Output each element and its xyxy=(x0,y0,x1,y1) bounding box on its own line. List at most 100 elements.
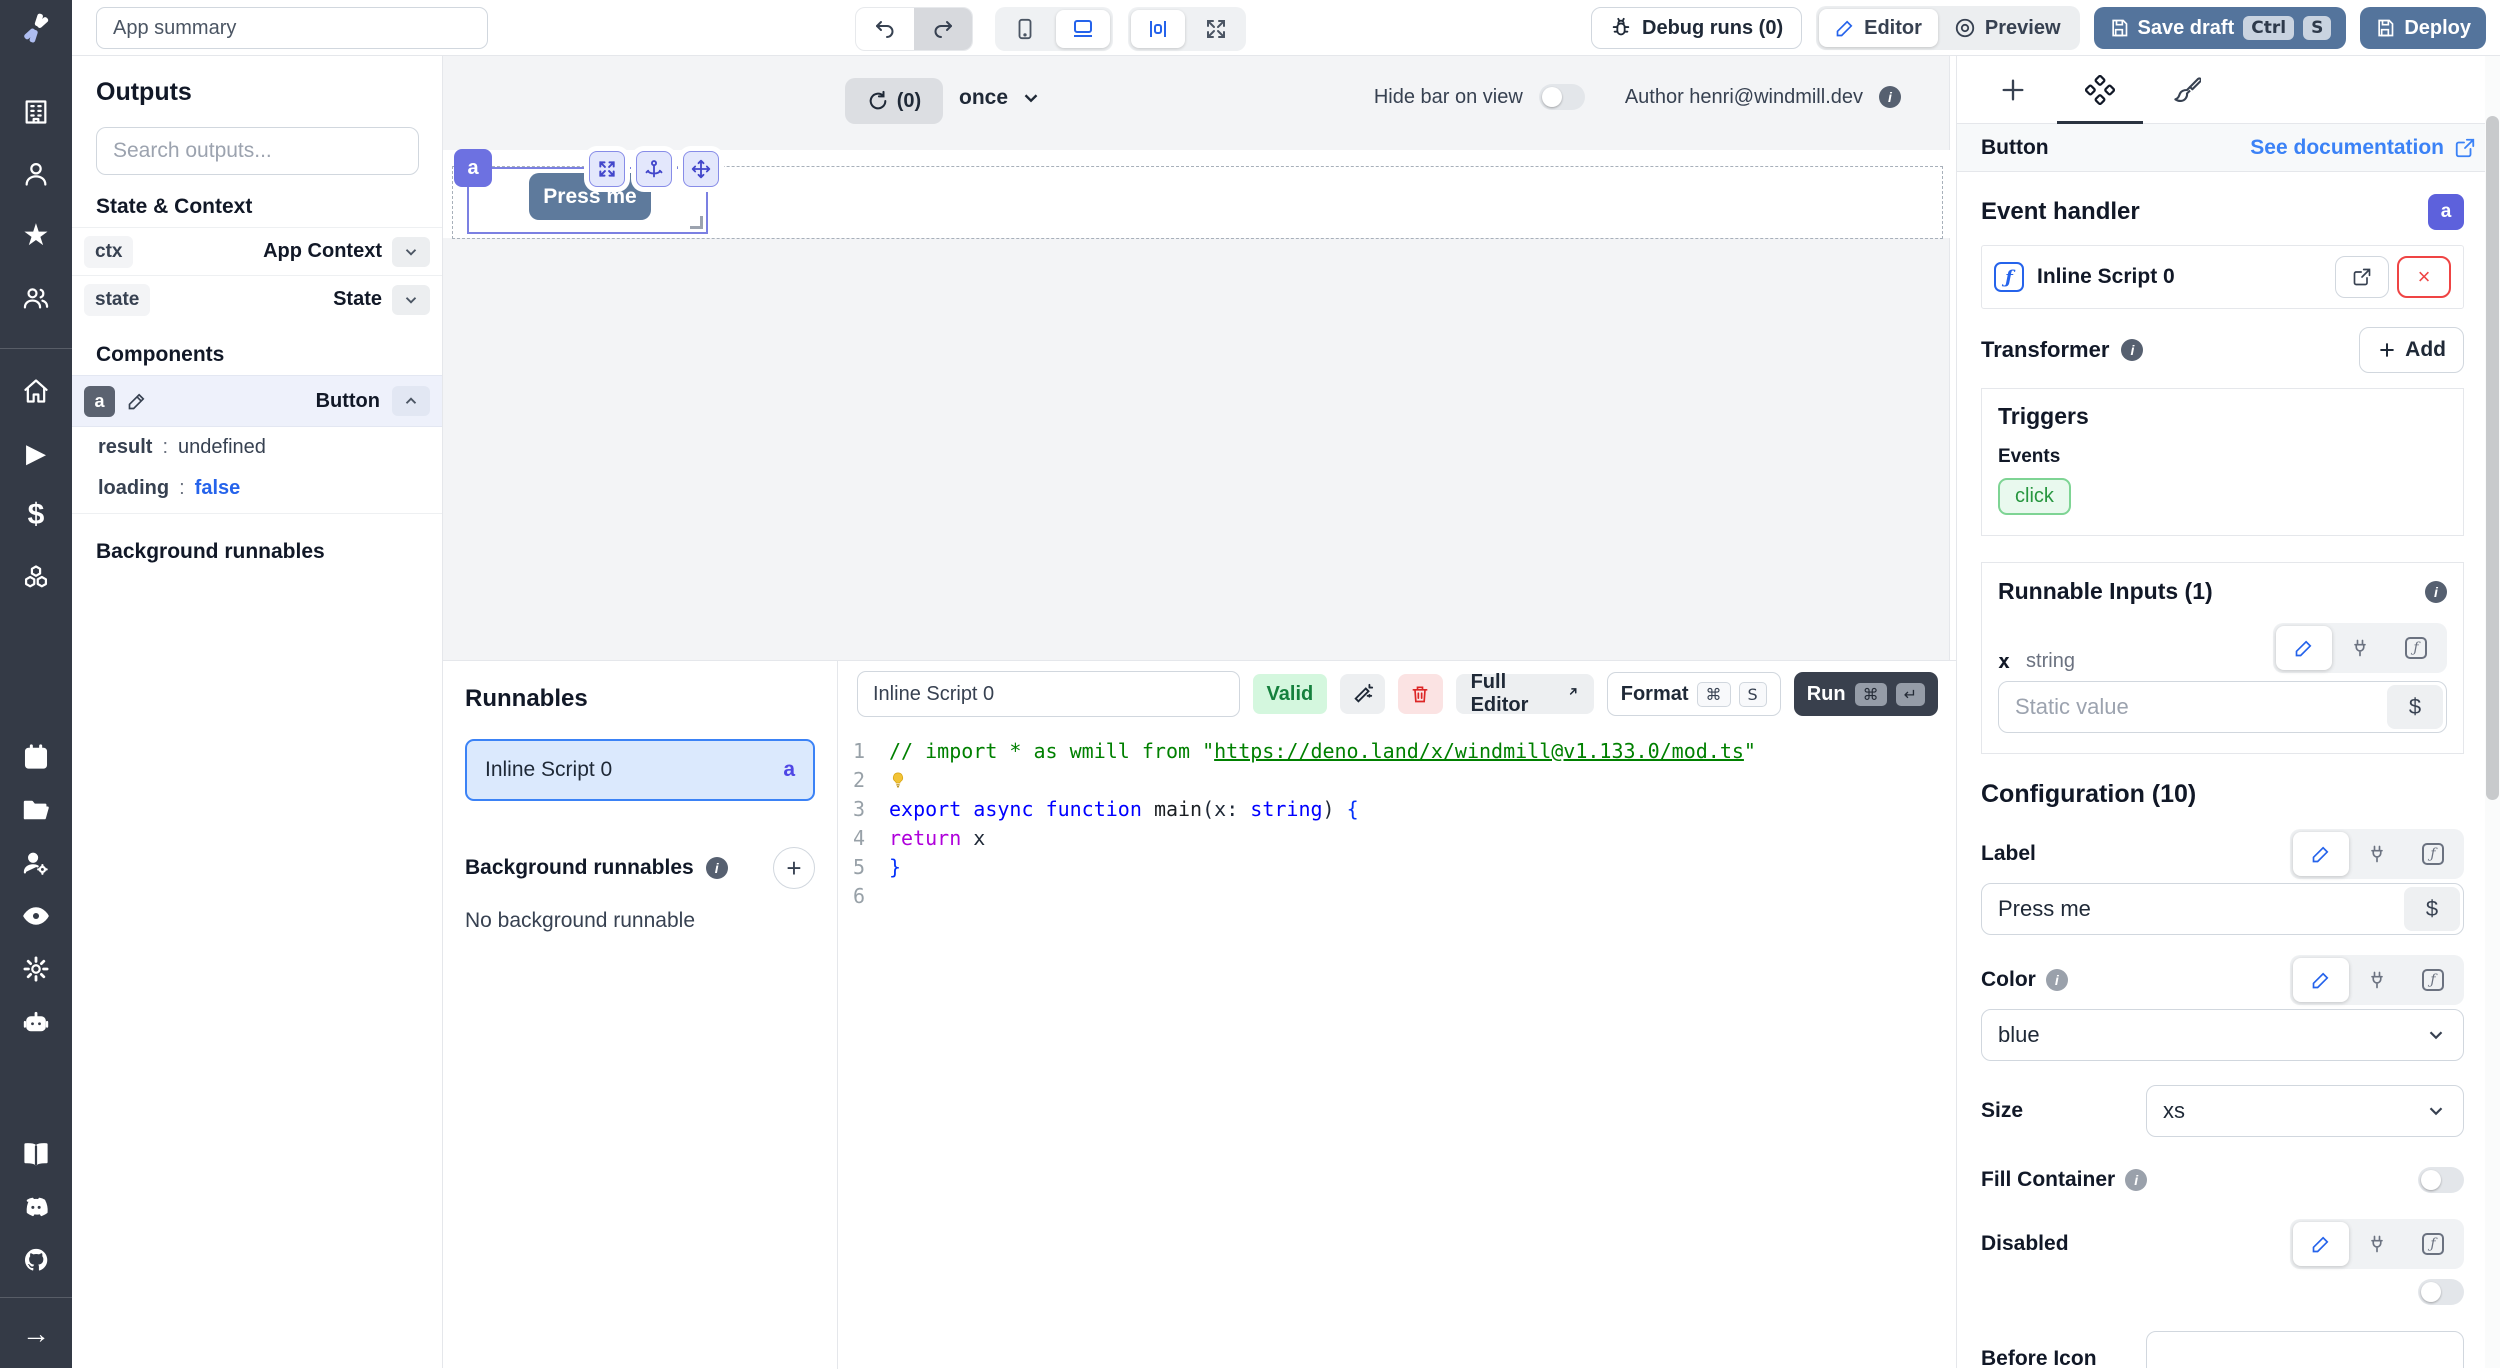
code-line-5[interactable]: 5} xyxy=(839,853,1950,882)
cubes-icon[interactable] xyxy=(18,559,54,595)
add-transformer-button[interactable]: Add xyxy=(2359,327,2464,373)
connect-mode-button[interactable] xyxy=(2332,626,2388,670)
component-id-badge[interactable]: a xyxy=(454,149,492,187)
ai-assist-button[interactable] xyxy=(1340,674,1385,714)
building-icon[interactable] xyxy=(18,94,54,130)
component-a-row[interactable]: a Button xyxy=(72,375,442,427)
book-icon[interactable] xyxy=(18,1136,54,1172)
script-name-input[interactable] xyxy=(857,671,1240,717)
arrow-right-icon[interactable]: → xyxy=(18,1316,54,1352)
hide-bar-toggle[interactable] xyxy=(1539,84,1585,110)
resize-handle[interactable] xyxy=(690,216,703,229)
disabled-toggle[interactable] xyxy=(2418,1279,2464,1305)
size-select[interactable]: xs xyxy=(2146,1085,2464,1137)
fill-container-toggle[interactable] xyxy=(2418,1167,2464,1193)
state-expand-button[interactable] xyxy=(392,285,430,315)
info-icon[interactable] xyxy=(2046,969,2068,991)
rename-pencil-icon[interactable] xyxy=(127,391,147,411)
static-mode-button[interactable] xyxy=(2293,1222,2349,1266)
run-button[interactable]: Run ⌘ ↵ xyxy=(1794,672,1938,716)
static-mode-button[interactable] xyxy=(2276,626,2332,670)
connect-mode-button[interactable] xyxy=(2349,832,2405,876)
styling-tab[interactable] xyxy=(2173,56,2201,124)
scrollbar-thumb[interactable] xyxy=(2486,116,2499,800)
deploy-button[interactable]: Deploy xyxy=(2360,7,2486,49)
team-icon[interactable] xyxy=(18,280,54,316)
calendar-icon[interactable] xyxy=(18,739,54,775)
panel-scrollbar[interactable] xyxy=(2485,56,2500,1368)
connect-mode-button[interactable] xyxy=(2349,1222,2405,1266)
ctx-row[interactable]: ctx App Context xyxy=(72,227,442,275)
static-value-input[interactable] xyxy=(1999,694,2384,720)
center-layout-button[interactable] xyxy=(1131,10,1185,48)
color-select[interactable]: blue xyxy=(1981,1009,2464,1061)
eval-mode-button[interactable]: ƒ xyxy=(2405,1222,2461,1266)
code-line-4[interactable]: 4 return x xyxy=(839,824,1950,853)
star-icon[interactable]: ★ xyxy=(18,218,54,254)
component-settings-tab[interactable] xyxy=(2085,56,2115,124)
redo-button[interactable] xyxy=(914,8,972,50)
refresh-button[interactable]: (0) xyxy=(845,78,943,124)
play-icon[interactable]: ▶ xyxy=(18,435,54,471)
result-prop-row[interactable]: result : undefined xyxy=(72,427,442,468)
state-row[interactable]: state State xyxy=(72,275,442,323)
format-button[interactable]: Format ⌘ S xyxy=(1607,672,1781,716)
label-value-input[interactable] xyxy=(1982,896,2401,922)
undo-button[interactable] xyxy=(856,8,914,50)
eye-icon[interactable] xyxy=(18,898,54,934)
add-background-runnable-button[interactable]: + xyxy=(773,847,815,889)
info-icon[interactable] xyxy=(706,857,728,879)
before-icon-select[interactable] xyxy=(2146,1331,2464,1368)
runnable-item-inline-script-0[interactable]: Inline Script 0 a xyxy=(465,739,815,801)
full-editor-button[interactable]: Full Editor xyxy=(1456,674,1594,714)
event-script-card[interactable]: ƒ Inline Script 0 × xyxy=(1981,245,2464,309)
dollar-icon[interactable]: $ xyxy=(18,497,54,533)
mobile-view-button[interactable] xyxy=(998,10,1052,48)
eval-mode-button[interactable]: ƒ xyxy=(2405,958,2461,1002)
see-documentation-link[interactable]: See documentation xyxy=(2250,136,2476,160)
desktop-view-button[interactable] xyxy=(1056,10,1110,48)
ctx-expand-button[interactable] xyxy=(392,237,430,267)
move-component-button[interactable] xyxy=(683,151,719,187)
code-line-3[interactable]: 3export async function main(x: string) { xyxy=(839,795,1950,824)
discord-icon[interactable] xyxy=(18,1189,54,1225)
component-collapse-button[interactable] xyxy=(392,386,430,416)
home-icon[interactable] xyxy=(18,373,54,409)
expand-component-button[interactable] xyxy=(589,151,625,187)
code-line-6[interactable]: 6 xyxy=(839,882,1950,911)
github-icon[interactable] xyxy=(18,1242,54,1278)
save-draft-button[interactable]: Save draft Ctrl S xyxy=(2094,7,2347,49)
code-line-1[interactable]: 1// import * as wmill from "https://deno… xyxy=(839,737,1950,766)
search-outputs-input[interactable] xyxy=(96,127,419,175)
code-lines[interactable]: 1// import * as wmill from "https://deno… xyxy=(839,727,1950,911)
user-gear-icon[interactable] xyxy=(18,845,54,881)
delete-script-button[interactable] xyxy=(1398,674,1443,714)
eval-mode-button[interactable]: ƒ xyxy=(2388,626,2444,670)
remove-script-button[interactable]: × xyxy=(2397,256,2451,298)
schedule-dropdown[interactable]: once xyxy=(959,86,1042,110)
robot-icon[interactable] xyxy=(18,1004,54,1040)
folder-icon[interactable] xyxy=(18,792,54,828)
gear-icon[interactable] xyxy=(18,951,54,987)
info-icon[interactable] xyxy=(1879,86,1901,108)
user-icon[interactable] xyxy=(18,156,54,192)
info-icon[interactable] xyxy=(2125,1169,2147,1191)
app-summary-input[interactable] xyxy=(96,7,488,49)
info-icon[interactable] xyxy=(2425,581,2447,603)
app-canvas[interactable]: (0) once Hide bar on view Author henri@w… xyxy=(443,56,1950,660)
eval-mode-button[interactable]: ƒ xyxy=(2405,832,2461,876)
info-icon[interactable] xyxy=(2121,339,2143,361)
loading-prop-row[interactable]: loading : false xyxy=(72,468,442,509)
insert-component-tab[interactable] xyxy=(1999,56,2027,124)
insert-variable-button[interactable]: $ xyxy=(2404,887,2460,931)
code-line-2[interactable]: 2 xyxy=(839,766,1950,795)
anchor-component-button[interactable] xyxy=(636,151,672,187)
preview-tab[interactable]: Preview xyxy=(1938,9,2077,47)
editor-tab[interactable]: Editor xyxy=(1819,9,1938,47)
connect-mode-button[interactable] xyxy=(2349,958,2405,1002)
full-width-layout-button[interactable] xyxy=(1189,10,1243,48)
insert-variable-button[interactable]: $ xyxy=(2387,685,2443,729)
static-mode-button[interactable] xyxy=(2293,832,2349,876)
open-script-button[interactable] xyxy=(2335,256,2389,298)
windmill-logo[interactable] xyxy=(0,0,72,56)
